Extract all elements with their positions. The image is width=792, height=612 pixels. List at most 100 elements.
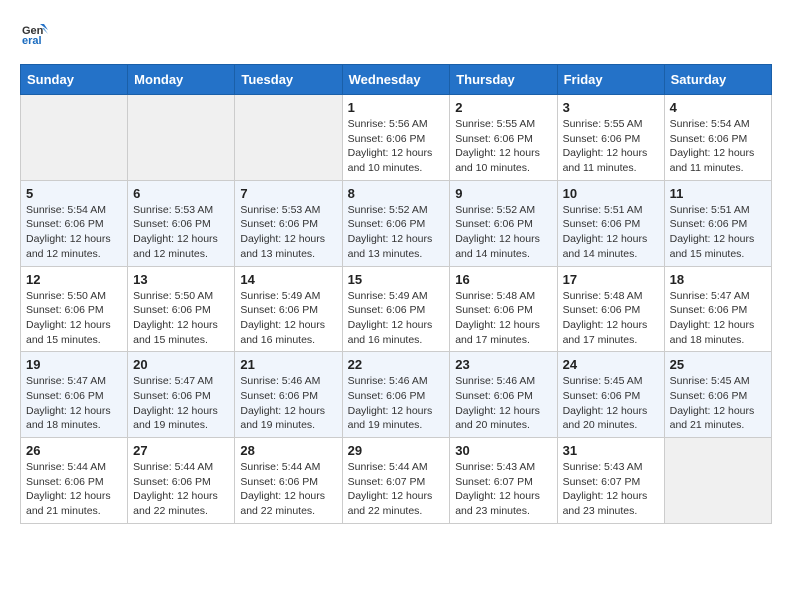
day-number: 30 [455,443,551,458]
logo-icon: Gen eral [20,20,48,48]
day-number: 8 [348,186,445,201]
day-info: Sunrise: 5:45 AM Sunset: 6:06 PM Dayligh… [563,374,659,433]
calendar-cell: 10 Sunrise: 5:51 AM Sunset: 6:06 PM Dayli… [557,180,664,266]
day-info: Sunrise: 5:49 AM Sunset: 6:06 PM Dayligh… [348,289,445,348]
day-info: Sunrise: 5:44 AM Sunset: 6:06 PM Dayligh… [26,460,122,519]
calendar-cell: 7 Sunrise: 5:53 AM Sunset: 6:06 PM Daylig… [235,180,342,266]
calendar-week-row: 19 Sunrise: 5:47 AM Sunset: 6:06 PM Dayli… [21,352,772,438]
day-number: 13 [133,272,229,287]
calendar-cell: 6 Sunrise: 5:53 AM Sunset: 6:06 PM Daylig… [128,180,235,266]
calendar-cell: 2 Sunrise: 5:55 AM Sunset: 6:06 PM Daylig… [450,95,557,181]
calendar-cell: 19 Sunrise: 5:47 AM Sunset: 6:06 PM Dayli… [21,352,128,438]
svg-text:eral: eral [22,35,42,47]
calendar-cell: 18 Sunrise: 5:47 AM Sunset: 6:06 PM Dayli… [664,266,771,352]
calendar-cell [664,438,771,524]
calendar-cell: 28 Sunrise: 5:44 AM Sunset: 6:06 PM Dayli… [235,438,342,524]
day-info: Sunrise: 5:53 AM Sunset: 6:06 PM Dayligh… [133,203,229,262]
calendar-cell: 13 Sunrise: 5:50 AM Sunset: 6:06 PM Dayli… [128,266,235,352]
day-info: Sunrise: 5:53 AM Sunset: 6:06 PM Dayligh… [240,203,336,262]
day-info: Sunrise: 5:50 AM Sunset: 6:06 PM Dayligh… [26,289,122,348]
day-number: 21 [240,357,336,372]
day-info: Sunrise: 5:52 AM Sunset: 6:06 PM Dayligh… [348,203,445,262]
day-info: Sunrise: 5:51 AM Sunset: 6:06 PM Dayligh… [670,203,766,262]
calendar-cell: 23 Sunrise: 5:46 AM Sunset: 6:06 PM Dayli… [450,352,557,438]
day-number: 28 [240,443,336,458]
day-number: 17 [563,272,659,287]
day-number: 15 [348,272,445,287]
calendar-cell: 9 Sunrise: 5:52 AM Sunset: 6:06 PM Daylig… [450,180,557,266]
calendar-cell: 29 Sunrise: 5:44 AM Sunset: 6:07 PM Dayli… [342,438,450,524]
calendar-table: SundayMondayTuesdayWednesdayThursdayFrid… [20,64,772,524]
day-number: 9 [455,186,551,201]
day-info: Sunrise: 5:43 AM Sunset: 6:07 PM Dayligh… [455,460,551,519]
day-number: 24 [563,357,659,372]
calendar-cell: 14Sunrise: 5:49 AM Sunset: 6:06 PM Dayli… [235,266,342,352]
calendar-cell: 31 Sunrise: 5:43 AM Sunset: 6:07 PM Dayli… [557,438,664,524]
day-number: 29 [348,443,445,458]
day-info: Sunrise: 5:48 AM Sunset: 6:06 PM Dayligh… [563,289,659,348]
calendar-cell [128,95,235,181]
calendar-week-row: 1 Sunrise: 5:56 AM Sunset: 6:06 PM Daylig… [21,95,772,181]
day-info: Sunrise: 5:47 AM Sunset: 6:06 PM Dayligh… [670,289,766,348]
calendar-header-thursday: Thursday [450,65,557,95]
calendar-header-row: SundayMondayTuesdayWednesdayThursdayFrid… [21,65,772,95]
day-info: Sunrise: 5:52 AM Sunset: 6:06 PM Dayligh… [455,203,551,262]
calendar-cell: 21 Sunrise: 5:46 AM Sunset: 6:06 PM Dayli… [235,352,342,438]
day-number: 1 [348,100,445,115]
day-number: 18 [670,272,766,287]
calendar-cell [21,95,128,181]
day-info: Sunrise: 5:47 AM Sunset: 6:06 PM Dayligh… [26,374,122,433]
calendar-cell [235,95,342,181]
day-info: Sunrise: 5:55 AM Sunset: 6:06 PM Dayligh… [455,117,551,176]
day-info: Sunrise: 5:56 AM Sunset: 6:06 PM Dayligh… [348,117,445,176]
calendar-cell: 25 Sunrise: 5:45 AM Sunset: 6:06 PM Dayli… [664,352,771,438]
day-info: Sunrise: 5:49 AM Sunset: 6:06 PM Dayligh… [240,289,336,348]
day-number: 6 [133,186,229,201]
day-number: 19 [26,357,122,372]
calendar-cell: 30 Sunrise: 5:43 AM Sunset: 6:07 PM Dayli… [450,438,557,524]
day-info: Sunrise: 5:43 AM Sunset: 6:07 PM Dayligh… [563,460,659,519]
day-info: Sunrise: 5:46 AM Sunset: 6:06 PM Dayligh… [240,374,336,433]
day-info: Sunrise: 5:55 AM Sunset: 6:06 PM Dayligh… [563,117,659,176]
calendar-header-friday: Friday [557,65,664,95]
calendar-week-row: 26Sunrise: 5:44 AM Sunset: 6:06 PM Dayli… [21,438,772,524]
logo: Gen eral [20,20,52,48]
day-info: Sunrise: 5:46 AM Sunset: 6:06 PM Dayligh… [348,374,445,433]
day-number: 22 [348,357,445,372]
day-number: 2 [455,100,551,115]
day-number: 23 [455,357,551,372]
calendar-cell: 22 Sunrise: 5:46 AM Sunset: 6:06 PM Dayli… [342,352,450,438]
day-number: 25 [670,357,766,372]
day-info: Sunrise: 5:45 AM Sunset: 6:06 PM Dayligh… [670,374,766,433]
calendar-header-tuesday: Tuesday [235,65,342,95]
calendar-cell: 26Sunrise: 5:44 AM Sunset: 6:06 PM Dayli… [21,438,128,524]
day-number: 5 [26,186,122,201]
calendar-cell: 1 Sunrise: 5:56 AM Sunset: 6:06 PM Daylig… [342,95,450,181]
calendar-cell: 4 Sunrise: 5:54 AM Sunset: 6:06 PM Daylig… [664,95,771,181]
calendar-cell: 24 Sunrise: 5:45 AM Sunset: 6:06 PM Dayli… [557,352,664,438]
calendar-cell: 8 Sunrise: 5:52 AM Sunset: 6:06 PM Daylig… [342,180,450,266]
day-number: 11 [670,186,766,201]
day-number: 12 [26,272,122,287]
page-header: Gen eral [20,20,772,48]
day-number: 7 [240,186,336,201]
calendar-header-saturday: Saturday [664,65,771,95]
day-number: 20 [133,357,229,372]
day-number: 3 [563,100,659,115]
day-info: Sunrise: 5:48 AM Sunset: 6:06 PM Dayligh… [455,289,551,348]
day-info: Sunrise: 5:51 AM Sunset: 6:06 PM Dayligh… [563,203,659,262]
day-info: Sunrise: 5:44 AM Sunset: 6:06 PM Dayligh… [133,460,229,519]
day-info: Sunrise: 5:54 AM Sunset: 6:06 PM Dayligh… [670,117,766,176]
calendar-week-row: 12 Sunrise: 5:50 AM Sunset: 6:06 PM Dayli… [21,266,772,352]
day-info: Sunrise: 5:44 AM Sunset: 6:06 PM Dayligh… [240,460,336,519]
day-info: Sunrise: 5:54 AM Sunset: 6:06 PM Dayligh… [26,203,122,262]
day-info: Sunrise: 5:46 AM Sunset: 6:06 PM Dayligh… [455,374,551,433]
day-number: 16 [455,272,551,287]
day-info: Sunrise: 5:44 AM Sunset: 6:07 PM Dayligh… [348,460,445,519]
day-number: 4 [670,100,766,115]
calendar-header-monday: Monday [128,65,235,95]
calendar-body: 1 Sunrise: 5:56 AM Sunset: 6:06 PM Daylig… [21,95,772,524]
day-number: 31 [563,443,659,458]
day-number: 10 [563,186,659,201]
day-info: Sunrise: 5:50 AM Sunset: 6:06 PM Dayligh… [133,289,229,348]
